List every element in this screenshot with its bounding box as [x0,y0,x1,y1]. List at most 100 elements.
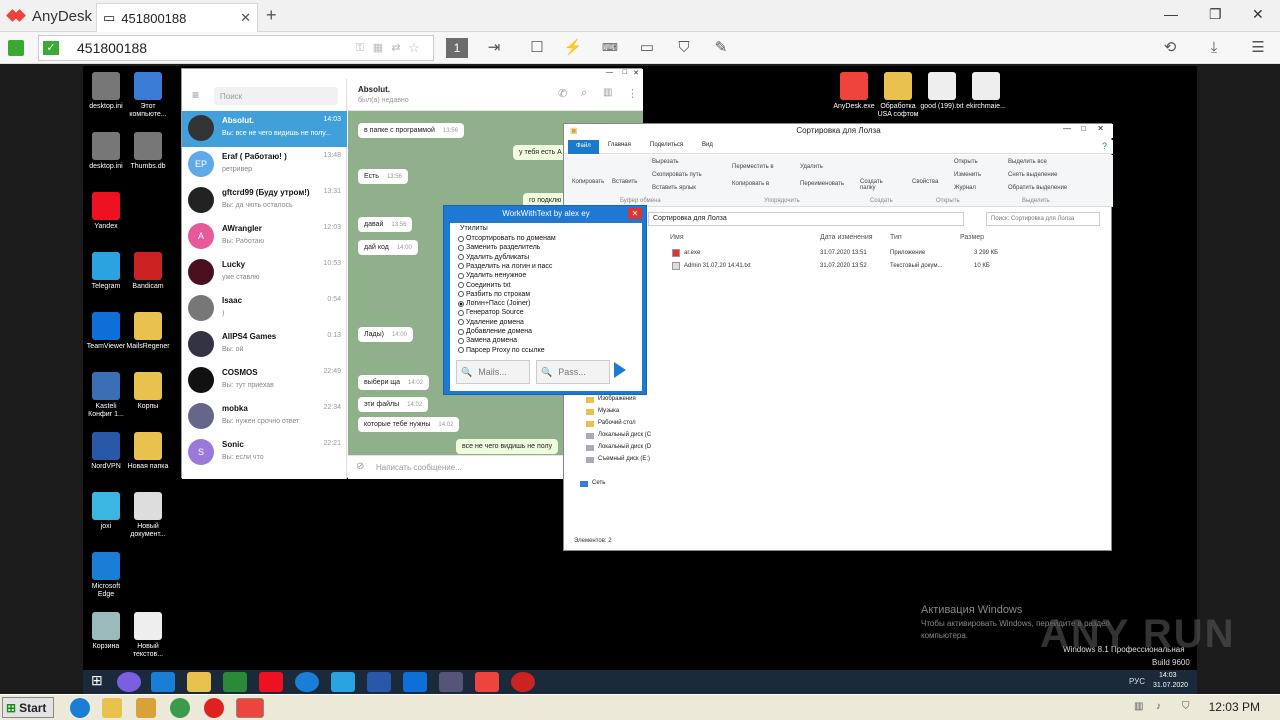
delete-button[interactable]: Удалить [800,164,823,170]
copy-to-button[interactable]: Копировать в [732,181,769,187]
minimize-button[interactable]: — [1164,6,1178,22]
tab-share[interactable]: Поделиться [650,142,683,148]
phone-icon[interactable]: ✆ [558,87,567,100]
rename-button[interactable]: Переименовать [800,181,844,187]
help-icon[interactable]: ? [1102,141,1107,151]
desktop-icon[interactable]: Kasteli Конфиг 1... [84,372,128,419]
open-button[interactable]: Открыть [954,159,978,165]
lang-indicator[interactable]: РУС [1129,677,1145,686]
nav-item[interactable]: Съемный диск (E:) [598,456,650,462]
desktop-icon[interactable]: Корпы [126,372,170,411]
close-window-button[interactable]: ✕ [1252,6,1264,23]
radio-option[interactable]: Логин+Пасс (Joiner) [458,300,531,307]
explorer-taskbar-icon[interactable] [187,672,211,692]
permissions-icon[interactable]: ⛉ [674,39,694,57]
tray-volume-icon[interactable]: ♪ [1156,701,1161,712]
new-tab-button[interactable]: + [266,5,277,26]
desktop-icon[interactable]: Telegram [84,252,128,291]
host-anydesk-icon[interactable] [236,698,264,718]
pass-button[interactable]: 🔍 Pass... [536,360,610,384]
chat-item[interactable]: gftcrd99 (Буду утром!) 13:31 Вы: да чють о… [182,183,347,219]
teamviewer-taskbar-icon[interactable] [403,672,427,692]
address-bar[interactable]: Сортировка для Лолза [648,212,964,226]
chat-item[interactable]: Isaac 0:54) [182,291,347,327]
col-name[interactable]: Имя [670,234,684,241]
file-transfer-icon[interactable]: ⤓ [1204,39,1224,57]
actions-icon[interactable]: ⚡ [563,39,583,57]
radio-option[interactable]: Парсер Proxy по ссылке [458,347,545,354]
desktop-icon[interactable]: joxi [84,492,128,531]
col-type[interactable]: Тип [890,234,902,241]
assistant-icon[interactable] [117,672,141,692]
chat-item[interactable]: S Sonic 22:21 Вы: если что [182,435,347,471]
copy-button[interactable]: Копировать [572,179,604,185]
cut-button[interactable]: Вырезать [652,159,679,165]
edit-button[interactable]: Изменить [954,172,981,178]
edge-taskbar-icon[interactable] [295,672,319,692]
radio-option[interactable]: Генератор Source [458,309,524,316]
desktop-icon[interactable]: Корзина [84,612,128,651]
desktop-icon[interactable]: desktop.ini [84,132,128,171]
keyboard-icon[interactable]: ⌨ [600,39,620,57]
col-date[interactable]: Дата изменения [820,234,873,241]
yandex-taskbar-icon[interactable] [259,672,283,692]
switch-sides-icon[interactable]: ⇥ [484,39,504,57]
chat-item[interactable]: Absolut. 14:03 Вы: все не чего видишь не п… [182,111,347,147]
anydesk-taskbar-icon[interactable] [475,672,499,692]
nordvpn-taskbar-icon[interactable] [367,672,391,692]
desktop-icon[interactable]: good (199).txt [920,72,964,111]
exp-maximize-icon[interactable]: □ [1081,124,1086,133]
col-size[interactable]: Размер [960,234,984,241]
desktop-icon[interactable]: Новый текстов... [126,612,170,659]
tg-search-input[interactable]: Поиск [214,87,338,105]
chat-item[interactable]: A AWrangler 12:03 Вы: Работаю [182,219,347,255]
more-icon[interactable]: ⋮ [627,87,638,100]
nav-item[interactable]: Локальный диск (C [598,432,651,438]
store-icon[interactable] [223,672,247,692]
run-icon[interactable] [614,362,626,378]
new-folder-button[interactable]: Создать папку [860,179,890,191]
tg-minimize-icon[interactable]: — [606,69,613,76]
desktop-icon[interactable]: NordVPN [84,432,128,471]
journal-button[interactable]: Журнал [954,185,976,191]
radio-option[interactable]: Добавление домена [458,328,532,335]
nav-item[interactable]: Изображения [598,396,636,402]
chat-item[interactable]: Lucky 10:53 уже ставлю [182,255,347,291]
desktop-icon[interactable]: AnyDesk.exe [832,72,876,111]
paste-button[interactable]: Вставить [612,179,637,185]
chat-item[interactable]: AllPS4 Games 0:13 Вы: ой [182,327,347,363]
tg-close-icon[interactable]: ✕ [633,69,639,77]
desktop-icon[interactable]: Обработка USA софтом [876,72,920,119]
file-name[interactable]: Admin 31.07.20 14:41.txt [684,263,751,269]
exp-minimize-icon[interactable]: — [1063,124,1071,133]
properties-button[interactable]: Свойства [912,179,938,185]
telegram-taskbar-icon[interactable] [331,672,355,692]
history-icon[interactable]: ⟲ [1160,39,1180,57]
host-media-icon[interactable] [136,698,156,718]
radio-option[interactable]: Отсортировать по доменам [458,235,556,242]
ie-icon[interactable] [151,672,175,692]
tab-view[interactable]: Вид [702,142,713,148]
session-tab[interactable]: ▭ 451800188 ✕ [96,3,258,32]
paste-link-button[interactable]: Вставить ярлык [652,185,696,191]
desktop-icon[interactable]: Microsoft Edge [84,552,128,599]
start-button[interactable]: ⊞ Start [2,697,54,718]
radio-option[interactable]: Удаление домена [458,319,524,326]
desktop-icon[interactable]: Bandicam [126,252,170,291]
radio-option[interactable]: Заменить разделитель [458,244,540,251]
maximize-button[interactable]: ❐ [1209,6,1222,23]
sidebar-toggle-icon[interactable]: ▥ [603,87,612,98]
chat-item[interactable]: COSMOS 22:49 Вы: тут приехав [182,363,347,399]
desktop-icon[interactable]: Этот компьюте... [126,72,170,119]
desktop-icon[interactable]: TeamViewer [84,312,128,351]
windows-start-icon[interactable]: ⊞ [91,672,103,689]
display-icon[interactable]: ▭ [637,39,657,57]
nav-item[interactable]: Музыка [598,408,619,414]
move-to-button[interactable]: Переместить в [732,164,774,170]
favorite-icon[interactable]: ☆ [404,39,424,57]
tab-home[interactable]: Главная [608,142,631,148]
close-tab-icon[interactable]: ✕ [240,10,251,26]
tg-maximize-icon[interactable]: □ [623,69,627,76]
nav-item[interactable]: Локальный диск (D [598,444,651,450]
desktop-icon[interactable]: desktop.ini [84,72,128,111]
